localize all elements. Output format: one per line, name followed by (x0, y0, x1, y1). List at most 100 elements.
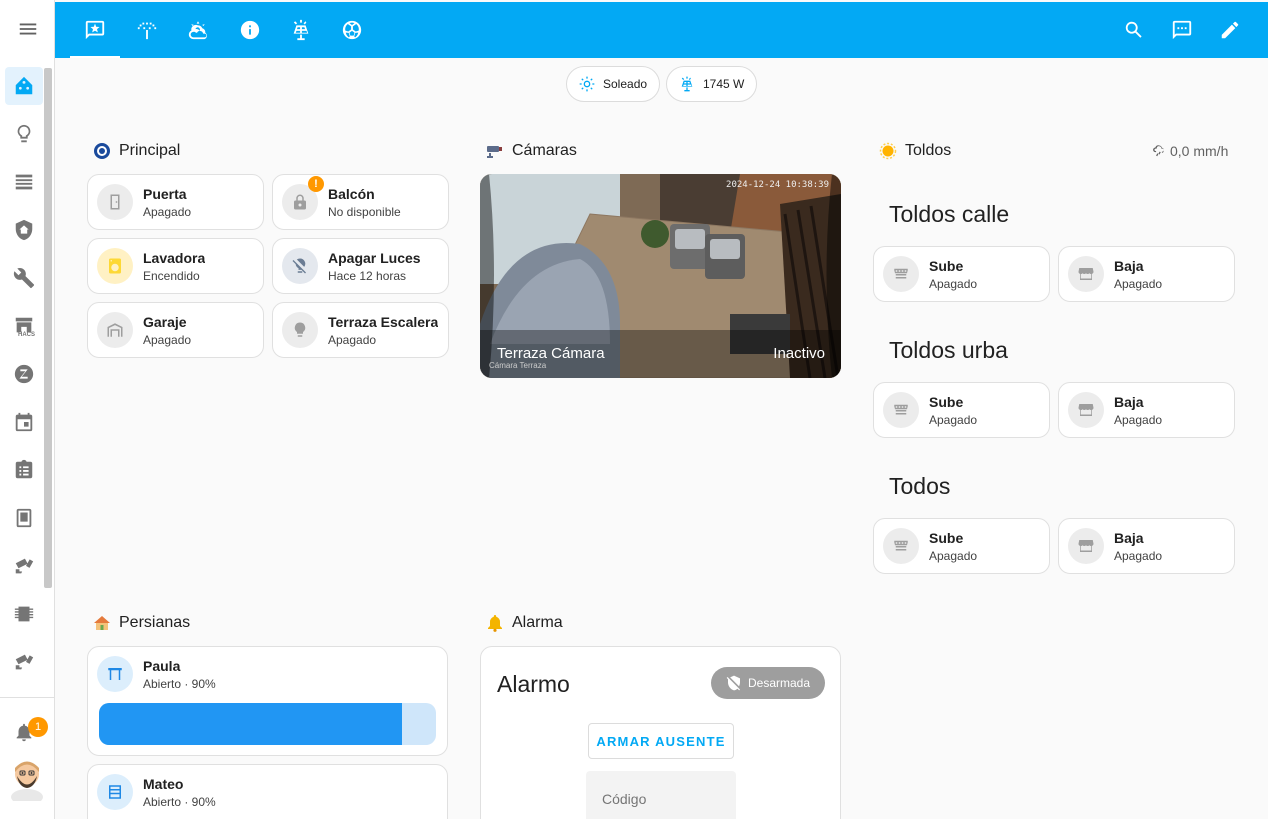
tile-puerta[interactable]: Puerta Apagado (87, 174, 264, 230)
awning-icon (883, 528, 919, 564)
sidebar-item-security[interactable] (5, 211, 43, 249)
tile-todos-baja[interactable]: Baja Apagado (1058, 518, 1235, 574)
tile-name: Baja (1114, 529, 1144, 546)
tile-state: Apagado (1114, 412, 1163, 427)
tab-solar[interactable] (276, 2, 326, 58)
garage-icon (97, 312, 133, 348)
cover-name: Mateo (143, 775, 184, 792)
pencil-icon (1221, 21, 1239, 39)
tile-name: Terraza Escalera (328, 313, 439, 330)
door-icon (97, 184, 133, 220)
tile-state: Apagado (929, 548, 978, 563)
tab-home[interactable] (70, 2, 120, 58)
sidebar-item-developer[interactable] (5, 259, 43, 297)
tile-lavadora[interactable]: Lavadora Encendido (87, 238, 264, 294)
sidebar-scrollbar[interactable] (44, 68, 52, 588)
tile-toldos-calle-baja[interactable]: Baja Apagado (1058, 246, 1235, 302)
home-assistant-icon (15, 76, 33, 95)
cover-card-mateo[interactable]: Mateo Abierto · 90% (87, 764, 448, 819)
cover-position-fill (99, 703, 403, 745)
cover-state: Abierto · 90% (143, 794, 216, 809)
house-emoji-icon (93, 614, 111, 632)
sidebar-item-overview[interactable] (5, 67, 43, 105)
storefront-icon (1068, 528, 1104, 564)
tile-toldos-urba-baja[interactable]: Baja Apagado (1058, 382, 1235, 438)
lock-icon: ! (282, 176, 324, 220)
tablet-icon (16, 508, 32, 528)
cover-position-slider[interactable] (99, 703, 436, 745)
solar-power-icon (293, 19, 309, 41)
alarm-state-label: Desarmada (747, 676, 811, 690)
group-title-toldos-calle: Toldos calle (889, 201, 1010, 227)
tile-name: Balcón (328, 185, 375, 202)
tab-info[interactable] (225, 2, 275, 58)
shield-home-icon (15, 219, 33, 241)
group-title-todos: Todos (889, 473, 951, 499)
assist-button[interactable] (1170, 18, 1194, 42)
cctv-icon (15, 654, 34, 670)
tile-terraza-escalera[interactable]: Terraza Escalera Apagado (272, 302, 449, 358)
soccer-icon (342, 20, 362, 40)
rain-rate: 0,0 mm/h (1152, 143, 1228, 159)
sidebar-item-zwave[interactable] (5, 355, 43, 393)
sparkle-chat-icon (85, 20, 105, 40)
camera-name: Terraza Cámara (497, 345, 605, 362)
tile-state: Encendido (143, 268, 200, 283)
lightbulb-icon (17, 124, 31, 143)
tab-futbol[interactable] (327, 2, 377, 58)
sidebar-item-cctv-1[interactable] (5, 547, 43, 585)
tile-todos-sube[interactable]: Sube Apagado (873, 518, 1050, 574)
persianas-title: Persianas (119, 614, 191, 631)
principal-title: Principal (119, 142, 181, 159)
sprinkler-icon (137, 22, 157, 40)
solar-badge[interactable]: 1745 W (666, 66, 758, 102)
alarma-title: Alarma (512, 614, 563, 631)
weather-badge[interactable]: Soleado (566, 66, 661, 102)
tile-toldos-urba-sube[interactable]: Sube Apagado (873, 382, 1050, 438)
sidebar-item-energy[interactable] (5, 115, 43, 153)
tile-apagar-luces[interactable]: Apagar Luces Hace 12 horas (272, 238, 449, 294)
tile-state: Apagado (1114, 548, 1163, 563)
cover-card-paula[interactable]: Paula Abierto · 90% (87, 646, 448, 756)
menu-icon (19, 23, 36, 35)
awning-icon (883, 392, 919, 428)
solar-panel-icon (681, 76, 693, 92)
tab-riego[interactable] (122, 2, 172, 58)
tile-state: Apagado (1114, 276, 1163, 291)
sidebar-item-chip[interactable] (5, 595, 43, 633)
tile-state: Apagado (143, 332, 192, 347)
tile-name: Sube (929, 529, 964, 546)
user-avatar[interactable] (10, 757, 44, 805)
camera-state: Inactivo (773, 345, 825, 362)
avatar-illustration (11, 761, 43, 805)
sidebar-item-tablet[interactable] (5, 499, 43, 537)
z-wave-icon (14, 364, 34, 384)
camera-card-terraza[interactable]: 2024-12-24 10:38:39 Terraza Cámara Inact… (480, 174, 841, 378)
sidebar-item-todo[interactable] (5, 451, 43, 489)
storefront-icon (1068, 392, 1104, 428)
tile-garaje[interactable]: Garaje Apagado (87, 302, 264, 358)
menu-button[interactable] (0, 0, 55, 58)
tile-name: Sube (929, 393, 964, 410)
rain-rate-value: 0,0 mm/h (1170, 143, 1229, 159)
tile-name: Puerta (143, 185, 187, 202)
cctv-icon (486, 142, 504, 160)
toldos-heading: Toldos (879, 142, 951, 160)
sidebar-item-logbook[interactable] (5, 163, 43, 201)
edit-dashboard-button[interactable] (1218, 18, 1242, 42)
arm-away-button[interactable]: ARMAR AUSENTE (588, 723, 734, 759)
tile-balcon[interactable]: ! Balcón No disponible (272, 174, 449, 230)
tab-tiempo[interactable] (173, 2, 223, 58)
tile-toldos-calle-sube[interactable]: Sube Apagado (873, 246, 1050, 302)
tile-state: Apagado (143, 204, 192, 219)
assist-chat-icon (1172, 20, 1192, 40)
principal-heading: Principal (93, 142, 180, 160)
sidebar-item-hacs[interactable] (5, 307, 43, 345)
tile-name: Baja (1114, 257, 1144, 274)
top-app-bar (55, 2, 1268, 58)
solar-badge-label: 1745 W (703, 77, 745, 91)
search-button[interactable] (1122, 18, 1146, 42)
sidebar-item-cctv-2[interactable] (5, 643, 43, 681)
alarm-code-input[interactable]: Código (586, 771, 736, 819)
sidebar-item-calendar[interactable] (5, 403, 43, 441)
